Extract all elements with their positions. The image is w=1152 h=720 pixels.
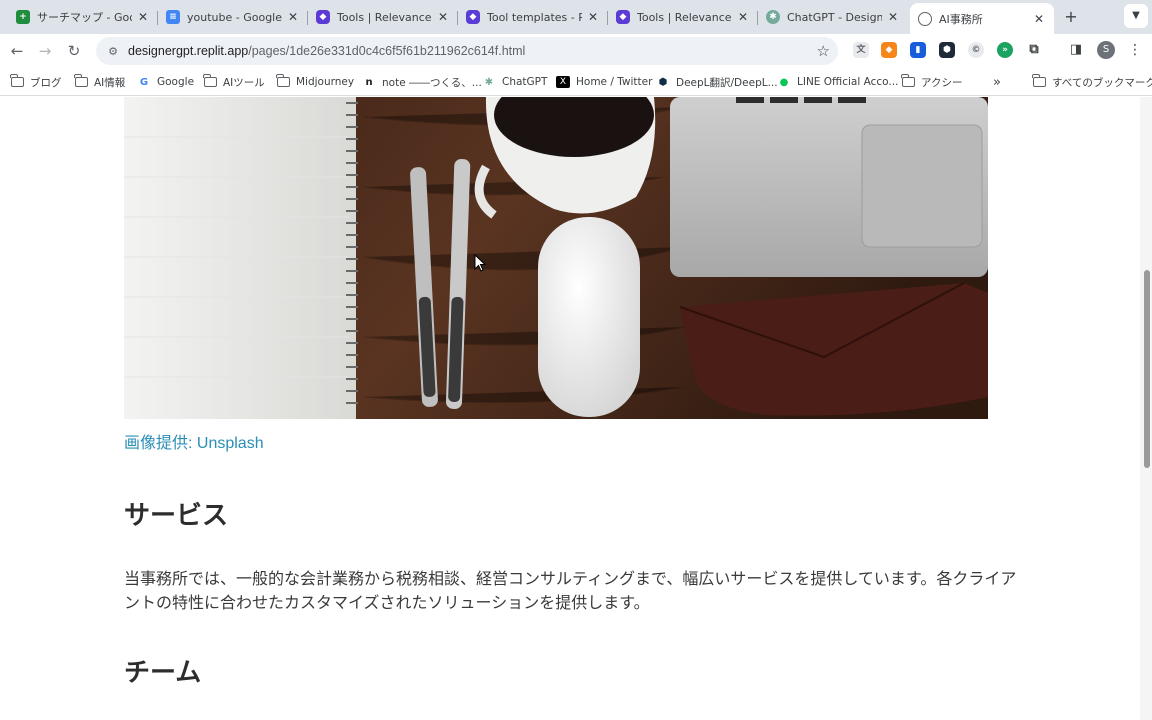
chatgpt-icon: ✱	[484, 76, 494, 88]
reload-button[interactable]: ↻	[63, 40, 85, 62]
tab-chatgpt-designer[interactable]: ✱ ChatGPT - Designer ✕	[758, 4, 908, 30]
bookmarks-bar: ブログ AI情報 G Google AIツール Midjourney n note …	[0, 68, 1152, 96]
bookmark-star-icon[interactable]: ☆	[817, 42, 830, 60]
sheets-icon: +	[16, 10, 30, 24]
back-button[interactable]: ←	[6, 40, 28, 62]
close-icon[interactable]: ✕	[136, 10, 150, 24]
more-bookmarks-icon[interactable]: »	[993, 74, 1001, 90]
tab-relevance-tools-2[interactable]: ◆ Tools | Relevance AI ✕	[608, 4, 758, 30]
close-icon[interactable]: ✕	[886, 10, 900, 24]
chatgpt-icon: ✱	[766, 10, 780, 24]
tab-tool-templates[interactable]: ◆ Tool templates - Rele ✕	[458, 4, 608, 30]
metamask-extension-icon[interactable]: ◆	[881, 42, 897, 58]
image-credit-link[interactable]: 画像提供: Unsplash	[124, 429, 264, 453]
bookmark-axie[interactable]: アクシー	[901, 74, 962, 90]
google-icon: G	[139, 76, 149, 88]
folder-icon	[901, 74, 915, 88]
relevance-icon: ◆	[616, 10, 630, 24]
bookmark-ai-info[interactable]: AI情報	[74, 74, 125, 90]
bitwarden-extension-icon[interactable]: ▮	[910, 42, 926, 58]
bookmark-note[interactable]: n note ――つくる、...	[362, 74, 481, 90]
tab-relevance-tools[interactable]: ◆ Tools | Relevance AI ✕	[308, 4, 458, 30]
page-content: 画像提供: Unsplash サービス 当事務所では、一般的な会計業務から税務相…	[0, 97, 1140, 720]
folder-icon	[10, 74, 24, 88]
close-icon[interactable]: ✕	[436, 10, 450, 24]
url-text[interactable]: designergpt.replit.app/pages/1de26e331d0…	[128, 44, 525, 58]
hex-extension-icon[interactable]: ⬢	[939, 42, 955, 58]
folder-icon	[276, 74, 290, 88]
address-bar[interactable]: ⚙ designergpt.replit.app/pages/1de26e331…	[96, 37, 838, 65]
translate-extension-icon[interactable]: 文	[853, 42, 869, 58]
globe-icon	[918, 11, 932, 26]
menu-kebab-icon[interactable]: ⋮	[1128, 40, 1142, 60]
extensions-icon[interactable]: ⧉	[1026, 42, 1042, 58]
bookmark-ai-tools[interactable]: AIツール	[203, 74, 265, 90]
scrollbar-thumb[interactable]	[1144, 270, 1150, 468]
services-heading: サービス	[124, 501, 229, 531]
bookmark-chatgpt[interactable]: ✱ ChatGPT	[482, 74, 548, 90]
folder-icon	[74, 74, 88, 88]
deepl-icon: ⬢	[658, 76, 668, 88]
forward-button[interactable]: →	[34, 40, 56, 62]
tab-search-button[interactable]: ▼	[1124, 4, 1148, 28]
tab-ai-office[interactable]: AI事務所 ✕	[910, 3, 1054, 34]
x-icon: X	[556, 76, 570, 88]
folder-icon	[203, 74, 217, 88]
grammar-extension-icon[interactable]: ©	[968, 42, 984, 58]
side-panel-icon[interactable]: ◨	[1068, 42, 1084, 58]
close-icon[interactable]: ✕	[1032, 12, 1046, 26]
docs-icon: ≡	[166, 10, 180, 24]
relevance-icon: ◆	[466, 10, 480, 24]
tab-search-map[interactable]: + サーチマップ - Google ✕	[8, 4, 158, 30]
team-heading: チーム	[124, 658, 202, 688]
bookmark-deepl[interactable]: ⬢ DeepL翻訳/DeepL...	[656, 74, 778, 90]
new-tab-button[interactable]: +	[1062, 8, 1080, 26]
bookmark-twitter[interactable]: X Home / Twitter	[556, 74, 652, 90]
close-icon[interactable]: ✕	[586, 10, 600, 24]
tab-strip: + サーチマップ - Google ✕ ≡ youtube - Google ド…	[0, 0, 1152, 34]
bookmark-google[interactable]: G Google	[137, 74, 194, 90]
hero-image	[124, 97, 988, 419]
site-info-icon[interactable]: ⚙	[104, 45, 122, 58]
bookmark-blog[interactable]: ブログ	[10, 74, 62, 90]
relevance-icon: ◆	[316, 10, 330, 24]
speed-extension-icon[interactable]: »	[997, 42, 1013, 58]
close-icon[interactable]: ✕	[286, 10, 300, 24]
bookmark-midjourney[interactable]: Midjourney	[276, 74, 354, 90]
profile-avatar[interactable]: S	[1097, 41, 1115, 59]
mouse-cursor-icon	[474, 254, 486, 272]
note-icon: n	[365, 76, 373, 88]
all-bookmarks[interactable]: すべてのブックマーク	[1032, 74, 1152, 90]
line-icon: ●	[779, 76, 789, 88]
folder-icon	[1032, 74, 1046, 88]
close-icon[interactable]: ✕	[736, 10, 750, 24]
bookmark-line[interactable]: ● LINE Official Acco...	[777, 74, 899, 90]
tab-youtube-doc[interactable]: ≡ youtube - Google ド ✕	[158, 4, 308, 30]
services-text: 当事務所では、一般的な会計業務から税務相談、経営コンサルティングまで、幅広いサー…	[124, 569, 1017, 612]
